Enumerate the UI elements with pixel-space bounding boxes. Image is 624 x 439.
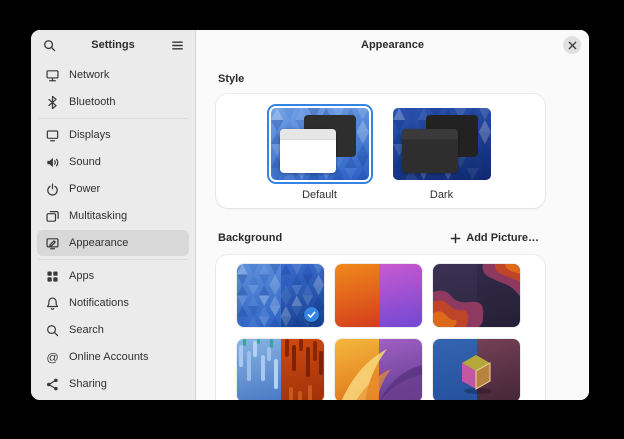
- theme-option-label: Default: [302, 189, 337, 201]
- preview-window-front: [280, 129, 336, 173]
- main-panel: Appearance Style Default Dark Background: [196, 30, 589, 400]
- theme-preview-default: [271, 108, 369, 180]
- at-symbol-icon: @: [44, 349, 60, 365]
- sidebar-list: Network Bluetooth Displays Sound Power Multit…: [31, 60, 195, 400]
- sidebar-item-label: Displays: [69, 129, 111, 141]
- style-section-label: Style: [218, 73, 545, 85]
- preview-window-titlebar: [402, 129, 458, 140]
- sidebar-item-sharing[interactable]: Sharing: [37, 371, 189, 397]
- sidebar-item-label: Power: [69, 183, 100, 195]
- style-card: Default Dark: [216, 94, 545, 208]
- sidebar-item-apps[interactable]: Apps: [37, 263, 189, 289]
- theme-preview-dark: [393, 108, 491, 180]
- sidebar-item-sound[interactable]: Sound: [37, 149, 189, 175]
- search-icon: [44, 322, 60, 338]
- sidebar: Settings Network Bluetooth Displays Sound Po…: [31, 30, 196, 400]
- bluetooth-icon: [44, 94, 60, 110]
- sidebar-item-label: Network: [69, 69, 109, 81]
- sidebar-item-label: Search: [69, 324, 104, 336]
- theme-tile-default: [267, 104, 373, 184]
- background-grid: [216, 255, 545, 400]
- wallpaper-thumbnail-dark-waves[interactable]: [433, 264, 520, 327]
- wallpaper-artwork: [433, 339, 520, 400]
- wallpaper-artwork: [433, 264, 520, 327]
- sidebar-item-network[interactable]: Network: [37, 62, 189, 88]
- sidebar-item-bluetooth[interactable]: Bluetooth: [37, 89, 189, 115]
- sidebar-headerbar: Settings: [31, 30, 195, 60]
- search-icon: [42, 38, 57, 53]
- appearance-content: Style Default Dark Background Add Picture…: [196, 60, 589, 400]
- background-section-header: Background Add Picture…: [218, 229, 545, 247]
- sidebar-item-notifications[interactable]: Notifications: [37, 290, 189, 316]
- appearance-icon: [44, 235, 60, 251]
- wallpaper-artwork: [237, 339, 324, 400]
- wallpaper-dark-half: [379, 264, 423, 327]
- close-icon: [568, 41, 577, 50]
- apps-icon: [44, 268, 60, 284]
- share-icon: [44, 376, 60, 392]
- preview-window-titlebar: [280, 129, 336, 140]
- sidebar-item-label: Online Accounts: [69, 351, 149, 363]
- power-icon: [44, 181, 60, 197]
- sidebar-item-label: Appearance: [69, 237, 128, 249]
- wallpaper-thumbnail-blue-triangles[interactable]: [237, 264, 324, 327]
- sidebar-separator: [38, 259, 188, 260]
- notifications-icon: [44, 295, 60, 311]
- sidebar-item-online-accounts[interactable]: @ Online Accounts: [37, 344, 189, 370]
- theme-option-label: Dark: [430, 189, 453, 201]
- sidebar-item-label: Multitasking: [69, 210, 127, 222]
- preview-window-front: [402, 129, 458, 173]
- sidebar-item-multitasking[interactable]: Multitasking: [37, 203, 189, 229]
- sidebar-item-label: Sound: [69, 156, 101, 168]
- add-picture-button[interactable]: Add Picture…: [444, 229, 545, 247]
- hamburger-menu-icon: [170, 38, 185, 53]
- sidebar-item-search[interactable]: Search: [37, 317, 189, 343]
- theme-tile-dark: [389, 104, 495, 184]
- settings-window: Settings Network Bluetooth Displays Sound Po…: [31, 30, 589, 400]
- search-button[interactable]: [38, 34, 60, 56]
- main-headerbar: Appearance: [196, 30, 589, 60]
- wallpaper-artwork: [335, 339, 422, 400]
- theme-option-default[interactable]: Default: [267, 104, 373, 201]
- displays-icon: [44, 127, 60, 143]
- page-title: Appearance: [361, 39, 424, 51]
- network-icon: [44, 67, 60, 83]
- wallpaper-thumbnail-blue-orange-drips[interactable]: [237, 339, 324, 400]
- sidebar-item-label: Notifications: [69, 297, 129, 309]
- main-menu-button[interactable]: [166, 34, 188, 56]
- sidebar-item-power[interactable]: Power: [37, 176, 189, 202]
- wallpaper-thumbnail-orange-purple-gradient[interactable]: [335, 264, 422, 327]
- theme-option-dark[interactable]: Dark: [389, 104, 495, 201]
- selected-check-icon: [304, 307, 319, 322]
- close-button[interactable]: [563, 36, 581, 54]
- sidebar-item-label: Apps: [69, 270, 94, 282]
- sidebar-separator: [38, 118, 188, 119]
- wallpaper-light-half: [335, 264, 379, 327]
- sidebar-item-label: Sharing: [69, 378, 107, 390]
- wallpaper-thumbnail-gold-purple-petals[interactable]: [335, 339, 422, 400]
- sidebar-item-appearance[interactable]: Appearance: [37, 230, 189, 256]
- wallpaper-thumbnail-glass-cube[interactable]: [433, 339, 520, 400]
- svg-text:@: @: [46, 350, 58, 364]
- plus-icon: [450, 233, 461, 244]
- background-section-label: Background: [218, 232, 282, 244]
- add-picture-label: Add Picture…: [466, 232, 539, 244]
- sidebar-item-displays[interactable]: Displays: [37, 122, 189, 148]
- sidebar-item-label: Bluetooth: [69, 96, 115, 108]
- sound-icon: [44, 154, 60, 170]
- multitasking-icon: [44, 208, 60, 224]
- sidebar-title: Settings: [60, 39, 166, 51]
